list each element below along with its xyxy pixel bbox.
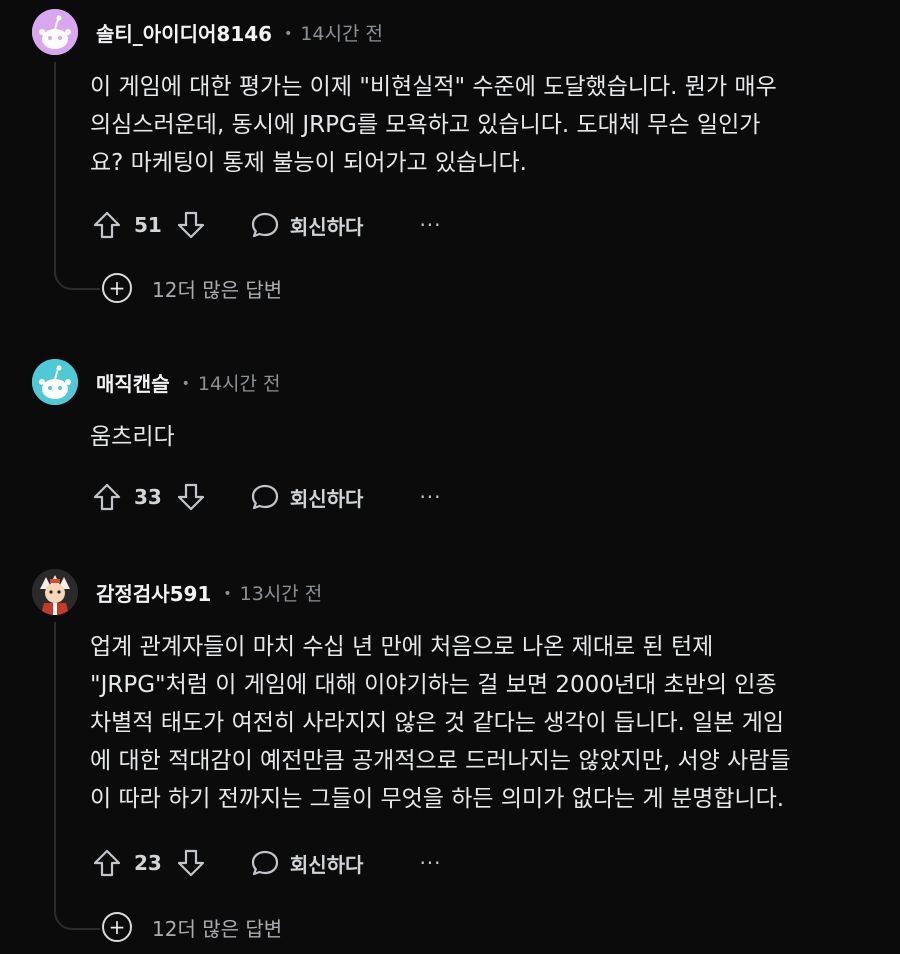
comment-meta: 매직캔슬 14시간 전 (96, 359, 281, 405)
avatar[interactable] (32, 9, 78, 55)
comment-actions: 51 회신하다 ··· (92, 205, 442, 245)
author-name[interactable]: 감정검사591 (96, 578, 211, 607)
avatar[interactable] (32, 569, 78, 615)
upvote-arrow-icon (93, 849, 121, 877)
plus-circle-icon: + (102, 273, 132, 303)
custom-avatar-icon (32, 569, 78, 615)
timestamp: 14시간 전 (284, 19, 383, 46)
more-options-button[interactable]: ··· (419, 851, 441, 875)
upvote-arrow-icon (93, 211, 121, 239)
reply-button[interactable]: 회신하다 (250, 482, 364, 512)
more-options-button[interactable]: ··· (419, 213, 441, 237)
upvote-button[interactable] (92, 210, 122, 240)
upvote-button[interactable] (92, 848, 122, 878)
comment-line: 움츠리다 (90, 424, 175, 450)
comment-line: "JRPG"처럼 이 게임에 대해 이야기하는 걸 보면 2000년대 초반의 … (90, 672, 777, 698)
downvote-arrow-icon (177, 483, 204, 511)
author-name[interactable]: 매직캔슬 (96, 368, 170, 397)
comment-meta: 감정검사591 13시간 전 (96, 569, 322, 615)
avatar[interactable] (32, 359, 78, 405)
comment-body: 이 게임에 대한 평가는 이제 "비현실적" 수준에 도달했습니다. 뭔가 매우… (90, 68, 880, 182)
thread-curve (54, 268, 100, 290)
reply-label: 회신하다 (289, 214, 364, 239)
timestamp: 13시간 전 (223, 579, 323, 606)
comment-line: 요? 마케팅이 통제 불능이 되어가고 있습니다. (90, 150, 527, 176)
comment-body: 업계 관계자들이 마치 수십 년 만에 처음으로 나온 제대로 된 턴제 "JR… (90, 628, 880, 818)
comment-line: 이 따라 하기 전까지는 그들이 무엇을 하든 의미가 없다는 게 분명합니다. (90, 786, 785, 812)
comment-line: 이 게임에 대한 평가는 이제 "비현실적" 수준에 도달했습니다. 뭔가 매우 (90, 74, 777, 100)
snoo-avatar-icon (32, 359, 78, 405)
more-replies-button[interactable]: + 12더 많은 답변 (102, 911, 282, 943)
comment-line: 업계 관계자들이 마치 수십 년 만에 처음으로 나온 제대로 된 턴제 (90, 634, 714, 660)
reply-label: 회신하다 (289, 486, 364, 511)
upvote-arrow-icon (93, 483, 121, 511)
vote-count: 51 (134, 213, 162, 237)
more-replies-label: 12더 많은 답변 (152, 916, 283, 941)
downvote-button[interactable] (176, 482, 206, 512)
reply-button[interactable]: 회신하다 (250, 210, 364, 240)
chat-bubble-icon (251, 484, 278, 510)
vote-count: 23 (134, 851, 162, 875)
more-replies-label: 12더 많은 답변 (152, 277, 283, 302)
comment-line: 에 대한 적대감이 예전만큼 공개적으로 드러나지는 않았지만, 서양 사람들 (90, 748, 791, 774)
thread-curve (54, 908, 100, 930)
downvote-arrow-icon (177, 849, 204, 877)
comment-body: 움츠리다 (90, 418, 880, 456)
reply-button[interactable]: 회신하다 (250, 848, 364, 878)
thread-line (54, 622, 56, 912)
timestamp: 14시간 전 (182, 369, 281, 396)
vote-count: 33 (134, 485, 162, 509)
downvote-button[interactable] (176, 210, 206, 240)
author-name[interactable]: 솔티_아이디어8146 (96, 18, 272, 47)
snoo-avatar-icon (32, 9, 78, 55)
comment-actions: 23 회신하다 ··· (92, 843, 442, 883)
upvote-button[interactable] (92, 482, 122, 512)
comment-line: 의심스러운데, 동시에 JRPG를 모욕하고 있습니다. 도대체 무슨 일인가 (90, 112, 761, 138)
comment-line: 차별적 태도가 여전히 사라지지 않은 것 같다는 생각이 듭니다. 일본 게임 (90, 710, 785, 736)
comment-actions: 33 회신하다 ··· (92, 477, 442, 517)
chat-bubble-icon (251, 212, 278, 238)
more-options-button[interactable]: ··· (419, 485, 441, 509)
more-replies-button[interactable]: + 12더 많은 답변 (102, 272, 282, 304)
comment-meta: 솔티_아이디어8146 14시간 전 (96, 9, 383, 55)
plus-circle-icon: + (102, 912, 132, 942)
thread-line (54, 62, 56, 276)
reply-label: 회신하다 (289, 852, 364, 877)
downvote-button[interactable] (176, 848, 206, 878)
chat-bubble-icon (251, 850, 278, 876)
downvote-arrow-icon (177, 211, 204, 239)
